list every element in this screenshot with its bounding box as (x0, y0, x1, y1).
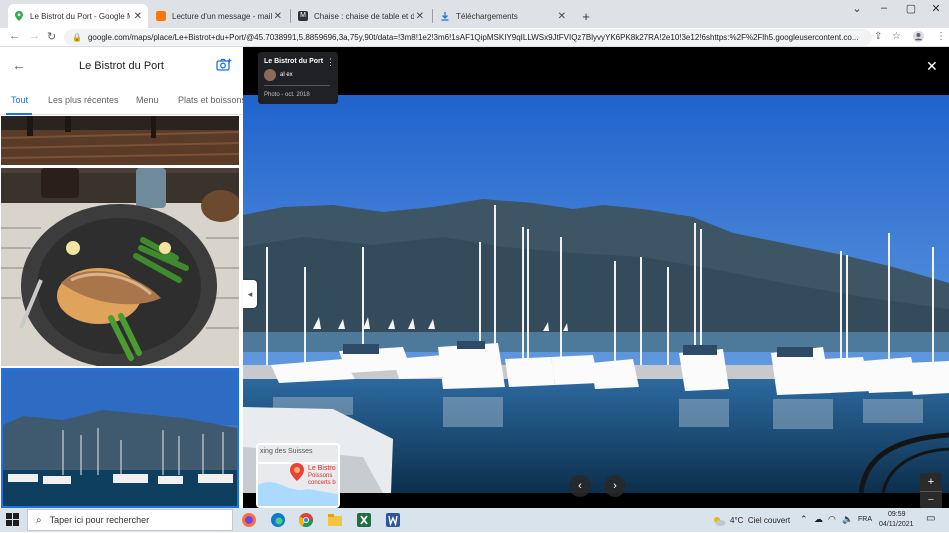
photo-thumbnail-terrace[interactable] (1, 116, 239, 165)
clock-time[interactable]: 09:59 (888, 511, 906, 518)
close-viewer-icon[interactable]: ✕ (926, 58, 938, 75)
minimize-icon[interactable]: – (870, 2, 898, 14)
photo-viewer: ✕ ‹ › + − xing des Suisses Le Bistro Poi… (243, 47, 949, 508)
browser-tab-bar: Le Bistrot du Port - Google Maps ✕ Lectu… (0, 0, 949, 28)
info-date: Photo - oct. 2018 (264, 92, 310, 98)
tab-downloads[interactable]: Téléchargements ✕ (434, 4, 572, 28)
tab-separator (432, 9, 433, 23)
tab-chaise[interactable]: M Chaise : chaise de table et de salle ✕ (292, 4, 430, 28)
place-title: Le Bistrot du Port (79, 60, 164, 72)
next-photo-button[interactable]: › (604, 475, 626, 497)
tab-tout[interactable]: Tout (11, 95, 28, 105)
orange-mail-icon (156, 11, 166, 21)
info-author[interactable]: al ex (280, 72, 293, 78)
windows-start-icon[interactable] (6, 513, 19, 531)
minimap-place-label: Le Bistro (308, 465, 336, 472)
kebab-menu-icon[interactable]: ⋮ (936, 31, 946, 42)
info-place-name: Le Bistrot du Port (264, 58, 324, 65)
tab-label: Le Bistrot du Port - Google Maps (30, 11, 130, 21)
edge-icon[interactable] (270, 512, 286, 528)
weather-icon[interactable] (712, 514, 726, 532)
panel-header: ← Le Bistrot du Port (0, 47, 243, 87)
chevron-up-icon[interactable]: ⌃ (800, 514, 808, 525)
photo-info-card: Le Bistrot du Port ⋮ al ex Photo - oct. … (258, 52, 338, 104)
close-tab-icon[interactable]: ✕ (416, 11, 424, 22)
address-bar: ← → ↻ 🔒 google.com/maps/place/Le+Bistrot… (0, 28, 949, 47)
zoom-out-button[interactable]: − (920, 491, 942, 508)
share-icon[interactable]: ⇪ (874, 31, 882, 42)
search-icon: ⌕ (36, 514, 42, 526)
minimap-street-label: xing des Suisses (260, 448, 313, 455)
windows-taskbar: ⌕ Taper ici pour rechercher 4°C Ciel cou… (0, 508, 949, 532)
word-icon[interactable] (385, 512, 401, 528)
lock-icon: 🔒 (72, 33, 82, 42)
tab-orange-mail[interactable]: Lecture d'un message - mail Orange ✕ (150, 4, 288, 28)
forward-arrow-icon[interactable]: → (29, 30, 40, 42)
weather-text[interactable]: 4°C Ciel couvert (730, 516, 790, 525)
notification-icon[interactable]: ▭ (926, 513, 935, 524)
photos-side-panel: ← Le Bistrot du Port Tout Les plus récen… (0, 47, 243, 508)
minimap[interactable]: xing des Suisses Le Bistro Poissons conc… (256, 443, 340, 508)
info-menu-icon[interactable]: ⋮ (326, 57, 335, 68)
taskbar-search-input[interactable]: ⌕ Taper ici pour rechercher (27, 509, 233, 531)
taskbar-search-placeholder: Taper ici pour rechercher (49, 515, 150, 525)
file-explorer-icon[interactable] (327, 512, 343, 528)
download-icon (440, 11, 450, 21)
clock-date[interactable]: 04/11/2021 (879, 521, 914, 528)
photo-category-tabs: Tout Les plus récentes Menu Plats et boi… (0, 87, 243, 115)
close-tab-icon[interactable]: ✕ (134, 11, 142, 22)
zoom-control: + − (920, 473, 942, 508)
photo-thumbnail-fish-dish[interactable] (1, 168, 239, 366)
url-text: google.com/maps/place/Le+Bistrot+du+Port… (87, 33, 859, 42)
tab-plats-boissons[interactable]: Plats et boissons (178, 95, 243, 105)
close-tab-icon[interactable]: ✕ (274, 11, 282, 22)
speaker-icon[interactable]: 🔈 (842, 514, 853, 525)
maximize-icon[interactable]: ▢ (897, 2, 925, 15)
tab-label: Lecture d'un message - mail Orange (172, 11, 272, 21)
firefox-icon[interactable] (241, 512, 257, 528)
minimap-place-sub2: concerts b (308, 480, 336, 486)
close-tab-icon[interactable]: ✕ (558, 11, 566, 22)
url-field[interactable]: 🔒 google.com/maps/place/Le+Bistrot+du+Po… (64, 29, 872, 46)
tab-label: Téléchargements (456, 11, 518, 21)
tab-label: Chaise : chaise de table et de salle (314, 11, 414, 21)
photo-thumbnail-harbor-selected[interactable] (1, 368, 239, 508)
language-indicator[interactable]: FRA (858, 516, 872, 523)
maps-pin-icon (14, 11, 24, 21)
add-photo-icon[interactable] (216, 58, 232, 77)
wifi-icon[interactable]: ◠ (828, 514, 836, 525)
active-tab-indicator (6, 113, 32, 115)
close-window-icon[interactable]: ✕ (922, 2, 949, 15)
minimap-place-sub1: Poissons (308, 473, 333, 479)
tab-menu[interactable]: Menu (136, 95, 159, 105)
harbor-photo (243, 95, 949, 508)
excel-icon[interactable] (356, 512, 372, 528)
tab-separator (290, 9, 291, 23)
new-tab-button[interactable]: + (576, 4, 596, 28)
profile-avatar-icon[interactable] (913, 31, 924, 45)
zoom-in-button[interactable]: + (920, 473, 942, 491)
map-pin-icon (290, 463, 304, 486)
tab-google-maps[interactable]: Le Bistrot du Port - Google Maps ✕ (8, 4, 148, 28)
reload-icon[interactable]: ↻ (47, 30, 56, 43)
collapse-panel-button[interactable]: ◂ (243, 280, 257, 308)
m-site-icon: M (298, 11, 308, 21)
chrome-icon[interactable] (298, 512, 314, 528)
previous-photo-button[interactable]: ‹ (569, 475, 591, 497)
bookmark-star-icon[interactable]: ☆ (892, 31, 901, 42)
tab-plus-recentes[interactable]: Les plus récentes (48, 95, 119, 105)
tab-search-chevron-icon[interactable]: ⌄ (843, 2, 871, 15)
network-icon[interactable]: ☁ (814, 514, 823, 525)
author-avatar[interactable] (264, 69, 276, 81)
back-arrow-icon[interactable]: ← (9, 30, 20, 42)
info-divider (264, 85, 330, 86)
